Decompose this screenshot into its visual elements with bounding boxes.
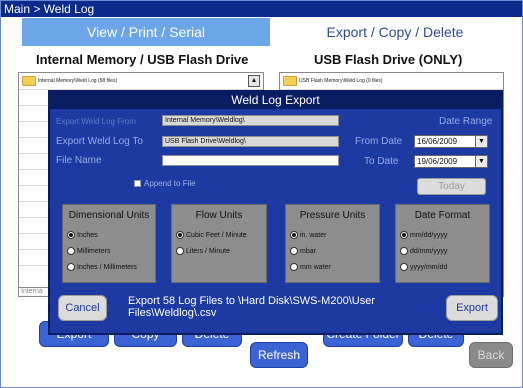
dimensional-units-group: Dimensional Units Inches Millimeters Inc… (62, 204, 156, 283)
flow-units-group: Flow Units Cubic Feet / Minute Liters / … (171, 204, 267, 283)
from-date-value: 16/06/2009 (417, 137, 458, 146)
from-date-label: From Date (355, 136, 403, 147)
file-name-label: File Name (56, 155, 102, 166)
radio-inches[interactable] (67, 231, 75, 239)
flow-units-title: Flow Units (195, 210, 243, 221)
app-window: Main > Weld Log View / Print / Serial Ex… (0, 0, 523, 388)
export-confirm-button[interactable]: Export (446, 295, 498, 321)
right-path-label: USB Flash Memory\Weld Log (0 files) (299, 78, 383, 84)
weld-log-export-dialog: Weld Log Export Export Weld Log From Int… (48, 90, 503, 335)
radio-inches-label: Inches (77, 232, 98, 239)
folder-icon (283, 76, 297, 86)
radio-inches-millimeters-label: Inches / Millimeters (77, 264, 137, 271)
export-from-label: Export Weld Log From (56, 117, 136, 126)
folder-icon (22, 76, 36, 86)
export-to-field: USB Flash Drive\Weldlog\ (162, 136, 339, 147)
radio-ddmmyyyy-label: dd/mm/yyyy (410, 248, 448, 255)
radio-yyyymmdd[interactable] (400, 263, 408, 271)
to-date-value: 19/06/2009 (417, 157, 458, 166)
radio-liters[interactable] (176, 247, 184, 255)
append-checkbox[interactable] (134, 180, 141, 187)
date-format-title: Date Format (414, 210, 471, 221)
export-status-message: Export 58 Log Files to \Hard Disk\SWS-M2… (128, 295, 375, 319)
pressure-units-title: Pressure Units (299, 210, 366, 221)
left-path-label: Internal Memory\Weld Log (58 files) (38, 78, 118, 84)
date-format-group: Date Format mm/dd/yyyy dd/mm/yyyy yyyy/m… (395, 204, 490, 283)
append-label: Append to File (144, 179, 196, 188)
cancel-button[interactable]: Cancel (58, 295, 107, 321)
radio-mm-water[interactable] (290, 263, 298, 271)
radio-cubic-feet[interactable] (176, 231, 184, 239)
export-to-label: Export Weld Log To (56, 136, 143, 147)
chevron-down-icon[interactable]: ▼ (475, 136, 487, 147)
chevron-down-icon[interactable]: ▼ (475, 156, 487, 167)
back-button[interactable]: Back (469, 342, 513, 368)
tab-view-print-serial[interactable]: View / Print / Serial (22, 18, 270, 46)
tab-export-copy-delete[interactable]: Export / Copy / Delete (285, 18, 505, 46)
radio-liters-label: Liters / Minute (186, 248, 230, 255)
to-date-label: To Date (364, 156, 399, 167)
file-name-input[interactable] (162, 155, 339, 166)
radio-millimeters[interactable] (67, 247, 75, 255)
scroll-up-icon[interactable]: ▲ (248, 75, 260, 87)
radio-cubic-feet-label: Cubic Feet / Minute (186, 232, 247, 239)
export-from-field: Internal Memory\Weldlog\ (162, 115, 339, 126)
dimensional-units-title: Dimensional Units (68, 210, 150, 221)
pressure-units-group: Pressure Units in. water mbar mm water (285, 204, 380, 283)
internal-usb-header: Internal Memory / USB Flash Drive (36, 52, 249, 67)
radio-mmddyyyy-label: mm/dd/yyyy (410, 232, 448, 239)
radio-ddmmyyyy[interactable] (400, 247, 408, 255)
radio-mbar-label: mbar (300, 248, 316, 255)
usb-only-header: USB Flash Drive (ONLY) (314, 52, 463, 67)
from-date-select[interactable]: 16/06/2009 ▼ (414, 135, 488, 148)
left-path: Internal Memory\Weld Log (58 files) ▲ (19, 73, 263, 89)
radio-yyyymmdd-label: yyyy/mm/dd (410, 264, 448, 271)
radio-in-water-label: in. water (300, 232, 327, 239)
radio-inches-millimeters[interactable] (67, 263, 75, 271)
to-date-select[interactable]: 19/06/2009 ▼ (414, 155, 488, 168)
dialog-title: Weld Log Export (50, 92, 501, 109)
today-button[interactable]: Today (417, 178, 486, 195)
radio-millimeters-label: Millimeters (77, 248, 111, 255)
radio-mm-water-label: mm water (300, 264, 331, 271)
radio-in-water[interactable] (290, 231, 298, 239)
radio-mmddyyyy[interactable] (400, 231, 408, 239)
breadcrumb: Main > Weld Log (1, 1, 522, 17)
right-path: USB Flash Memory\Weld Log (0 files) (280, 73, 503, 89)
date-range-label: Date Range (439, 116, 493, 127)
radio-mbar[interactable] (290, 247, 298, 255)
refresh-button[interactable]: Refresh (250, 342, 308, 368)
